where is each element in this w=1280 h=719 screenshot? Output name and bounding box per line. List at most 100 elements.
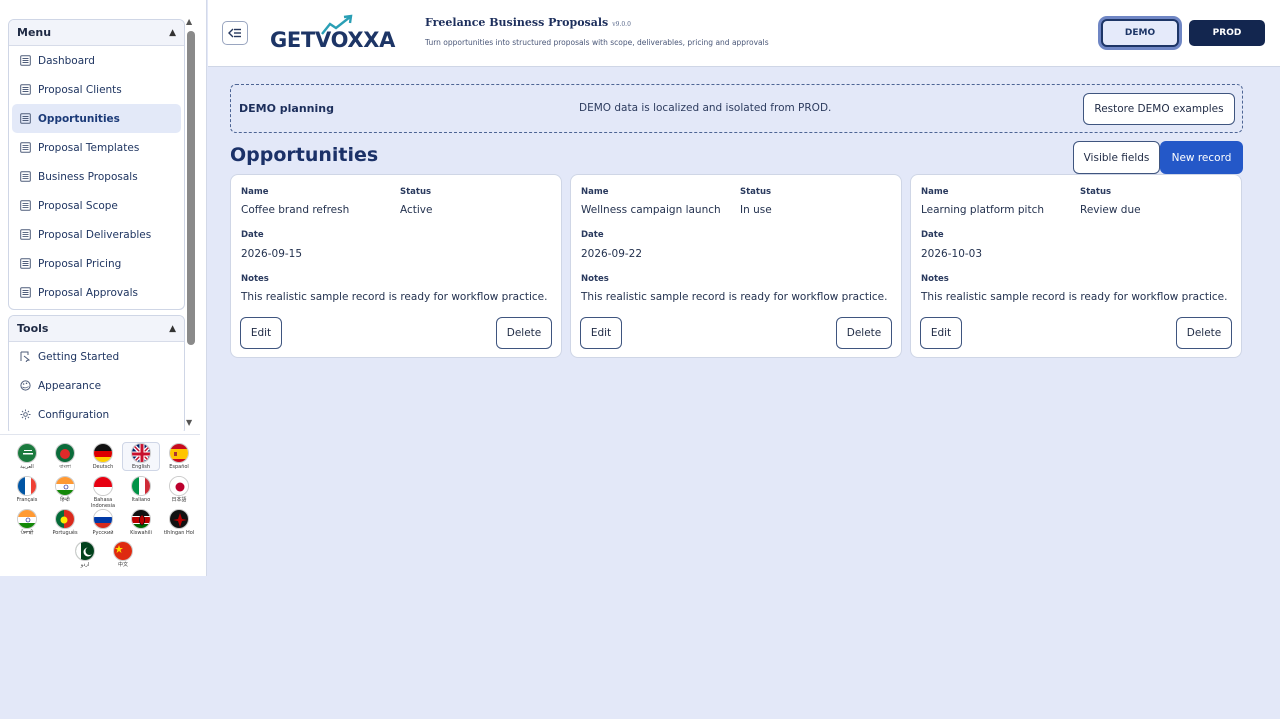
notes-value: This realistic sample record is ready fo… [241, 291, 548, 303]
language-option[interactable]: हिन्दी [46, 476, 84, 503]
sidebar-item-getting-started[interactable]: Getting Started [12, 342, 181, 371]
sidebar-item-proposal-templates[interactable]: Proposal Templates [12, 133, 181, 162]
list-icon [19, 142, 31, 154]
list-icon [19, 55, 31, 67]
tools-section-header[interactable]: Tools ▲ [9, 316, 184, 342]
language-name: Español [169, 464, 189, 470]
sidebar-item-proposal-pricing[interactable]: Proposal Pricing [12, 249, 181, 278]
sidebar-item-proposal-deliverables[interactable]: Proposal Deliverables [12, 220, 181, 249]
language-name: Italiano [131, 497, 151, 503]
sidebar-item-opportunities[interactable]: Opportunities [12, 104, 181, 133]
language-name: Français [16, 497, 38, 503]
date-label: Date [921, 230, 944, 240]
flag-es-icon [169, 443, 189, 463]
start-icon [19, 351, 31, 363]
language-option[interactable]: tlhIngan Hol [160, 509, 198, 536]
language-option[interactable]: Русский [84, 509, 122, 536]
language-option[interactable]: Deutsch [84, 443, 122, 470]
list-icon [19, 287, 31, 299]
prod-mode-button[interactable]: PROD [1189, 20, 1265, 46]
gear-icon [19, 409, 31, 421]
notes-value: This realistic sample record is ready fo… [921, 291, 1228, 303]
flag-gb-icon [131, 443, 151, 463]
status-value: Active [400, 204, 433, 216]
sidebar-item-business-proposals[interactable]: Business Proposals [12, 162, 181, 191]
name-value: Coffee brand refresh [241, 204, 350, 216]
sidebar-item-label: Proposal Approvals [38, 286, 138, 299]
status-label: Status [740, 187, 772, 197]
name-value: Wellness campaign launch [581, 204, 721, 216]
edit-button[interactable]: Edit [920, 317, 962, 349]
name-label: Name [581, 187, 609, 197]
language-option[interactable]: 中文 [104, 541, 142, 568]
sidebar-toggle-button[interactable] [222, 21, 248, 45]
language-name: 日本語 [171, 497, 187, 503]
status-label: Status [1080, 187, 1112, 197]
status-value: Review due [1080, 204, 1141, 216]
sidebar-scrollbar[interactable] [187, 31, 195, 345]
app-title-text: Freelance Business Proposals [425, 16, 609, 29]
status-value: In use [740, 204, 772, 216]
flag-bd-icon [55, 443, 75, 463]
flag-kl-icon [169, 509, 189, 529]
language-option[interactable]: Português [46, 509, 84, 536]
list-icon [19, 229, 31, 241]
palette-icon [19, 380, 31, 392]
language-option[interactable]: Français [8, 476, 46, 503]
collapse-icon[interactable]: ▲ [169, 324, 176, 334]
sidebar-item-label: Dashboard [38, 54, 95, 67]
sidebar-nav: Menu ▲ Dashboard Proposal Clients Opportun… [0, 16, 200, 431]
list-icon [19, 113, 31, 125]
sidebar: Menu ▲ Dashboard Proposal Clients Opportun… [0, 0, 207, 576]
language-name: العربية [20, 464, 34, 470]
list-icon [19, 200, 31, 212]
logo: GETVOXXA [270, 14, 412, 54]
menu-section-header[interactable]: Menu ▲ [9, 20, 184, 46]
sidebar-item-dashboard[interactable]: Dashboard [12, 46, 181, 75]
sidebar-item-appearance[interactable]: Appearance [12, 371, 181, 400]
language-option[interactable]: বাংলা [46, 443, 84, 470]
collapse-icon[interactable]: ▲ [169, 28, 176, 38]
record-card: Name Coffee brand refresh Status Active Date… [230, 174, 562, 358]
notes-value: This realistic sample record is ready fo… [581, 291, 888, 303]
language-option[interactable]: ਪੰਜਾਬੀ [8, 509, 46, 536]
restore-demo-button[interactable]: Restore DEMO examples [1083, 93, 1235, 125]
language-option[interactable]: Kiswahili [122, 509, 160, 536]
sidebar-item-configuration[interactable]: Configuration [12, 400, 181, 429]
language-name: Bahasa Indonesia [90, 497, 116, 509]
flag-fr-icon [17, 476, 37, 496]
language-name: Português [52, 530, 78, 536]
language-option[interactable]: Italiano [122, 476, 160, 503]
name-value: Learning platform pitch [921, 204, 1045, 216]
sidebar-item-proposal-clients[interactable]: Proposal Clients [12, 75, 181, 104]
new-record-button[interactable]: New record [1160, 141, 1243, 174]
scroll-up-icon[interactable]: ▲ [186, 17, 192, 26]
banner-title: DEMO planning [239, 102, 334, 115]
sidebar-item-proposal-scope[interactable]: Proposal Scope [12, 191, 181, 220]
status-label: Status [400, 187, 432, 197]
language-name: tlhIngan Hol [163, 530, 195, 536]
language-option[interactable]: English [122, 442, 160, 471]
language-option[interactable]: 日本語 [160, 476, 198, 503]
delete-button[interactable]: Delete [1176, 317, 1232, 349]
language-option[interactable]: اردو [66, 541, 104, 568]
tools-title: Tools [17, 322, 49, 335]
banner-info: DEMO data is localized and isolated from… [579, 102, 832, 114]
visible-fields-button[interactable]: Visible fields [1073, 141, 1160, 174]
flag-cn-icon [113, 541, 133, 561]
demo-mode-button[interactable]: DEMO [1101, 19, 1179, 47]
language-name: हिन्दी [60, 497, 70, 503]
flag-id-icon [93, 476, 113, 496]
scroll-down-icon[interactable]: ▼ [186, 418, 192, 427]
language-option[interactable]: العربية [8, 443, 46, 470]
language-picker: العربية বাংলা Deutsch English Español Françai… [0, 434, 200, 574]
delete-button[interactable]: Delete [496, 317, 552, 349]
language-option[interactable]: Español [160, 443, 198, 470]
delete-button[interactable]: Delete [836, 317, 892, 349]
language-name: Русский [92, 530, 114, 536]
edit-button[interactable]: Edit [240, 317, 282, 349]
language-option[interactable]: Bahasa Indonesia [84, 476, 122, 509]
notes-label: Notes [241, 274, 269, 284]
sidebar-item-proposal-approvals[interactable]: Proposal Approvals [12, 278, 181, 307]
edit-button[interactable]: Edit [580, 317, 622, 349]
